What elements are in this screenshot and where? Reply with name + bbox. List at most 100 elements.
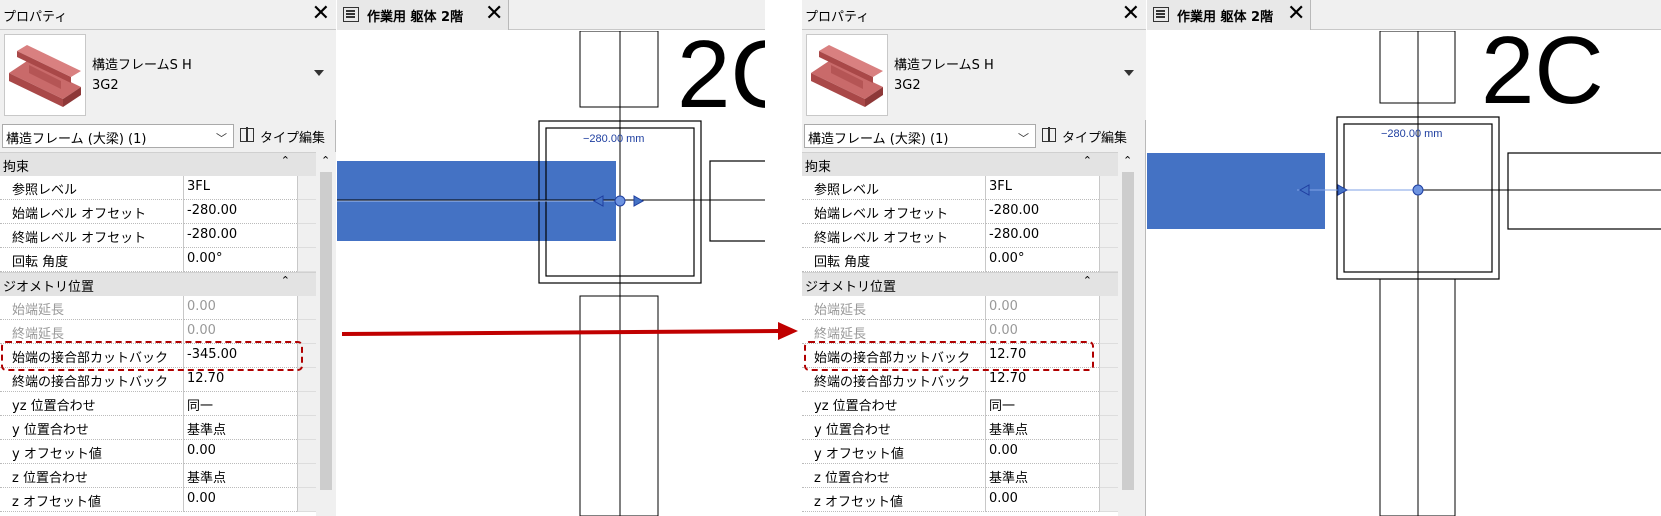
property-value[interactable]: 0.00 — [184, 440, 297, 464]
type-family: 構造フレームS H — [894, 58, 994, 73]
scrollbar-thumb[interactable] — [1122, 172, 1134, 490]
scroll-up-icon[interactable]: ⌃ — [321, 154, 330, 167]
instance-filter-value: 構造フレーム (大梁) (1) — [808, 132, 949, 147]
property-row[interactable]: 参照レベル 3FL — [802, 176, 1118, 200]
property-value[interactable]: 基準点 — [184, 416, 297, 440]
close-icon[interactable]: ✕ — [1122, 1, 1140, 27]
properties-scrollbar[interactable]: ⌃ — [316, 152, 336, 516]
property-row[interactable]: y オフセット値 0.00 — [0, 440, 316, 464]
row-edge — [1099, 416, 1118, 440]
view-tab-label: 作業用 躯体 2階 — [367, 10, 464, 25]
close-icon[interactable]: ✕ — [485, 1, 503, 27]
property-row[interactable]: 始端延長 0.00 — [802, 296, 1118, 320]
collapse-icon[interactable]: ⌃ — [1083, 154, 1092, 167]
dimension-label: −280.00 mm — [1381, 128, 1442, 140]
property-value[interactable]: -280.00 — [184, 224, 297, 248]
row-edge — [297, 440, 316, 464]
instance-filter-combo[interactable]: 構造フレーム (大梁) (1) ﹀ — [804, 124, 1036, 148]
property-value[interactable]: 0.00° — [184, 248, 297, 272]
collapse-icon[interactable]: ⌃ — [281, 274, 290, 287]
property-value[interactable]: 12.70 — [986, 368, 1099, 392]
group-header-constraints[interactable]: 拘束 ⌃ — [0, 152, 316, 176]
plan-view-canvas[interactable]: −280.00 mm 2C — [337, 31, 765, 516]
scroll-up-icon[interactable]: ⌃ — [1123, 154, 1132, 167]
property-row[interactable]: y オフセット値 0.00 — [802, 440, 1118, 464]
property-row[interactable]: 参照レベル 3FL — [0, 176, 316, 200]
edit-type-label: タイプ編集 — [1062, 131, 1128, 146]
row-edge — [297, 248, 316, 272]
property-value[interactable]: 基準点 — [184, 464, 297, 488]
collapse-icon[interactable]: ⌃ — [1083, 274, 1092, 287]
property-row[interactable]: yz 位置合わせ 同一 — [802, 392, 1118, 416]
plan-view-canvas[interactable]: −280.00 mm 2C — [1147, 31, 1661, 516]
property-value[interactable]: -280.00 — [986, 200, 1099, 224]
row-edge — [297, 176, 316, 200]
property-row[interactable]: 始端レベル オフセット -280.00 — [802, 200, 1118, 224]
row-edge — [1099, 440, 1118, 464]
property-row[interactable]: z オフセット値 0.00 — [0, 488, 316, 512]
property-value[interactable]: 同一 — [986, 392, 1099, 416]
type-name: 構造フレームS H 3G2 — [894, 56, 994, 96]
property-row[interactable]: 終端の接合部カットバック 12.70 — [802, 368, 1118, 392]
selection-filter-row: 構造フレーム (大梁) (1) ﹀ タイプ編集 — [802, 122, 1146, 150]
property-name: 回転 角度 — [0, 248, 184, 272]
property-value[interactable]: 同一 — [184, 392, 297, 416]
property-name: y オフセット値 — [0, 440, 184, 464]
property-name: z オフセット値 — [802, 488, 986, 512]
property-value[interactable]: 3FL — [184, 176, 297, 200]
edit-type-icon — [240, 127, 254, 142]
instance-filter-combo[interactable]: 構造フレーム (大梁) (1) ﹀ — [2, 124, 234, 148]
property-value[interactable]: 3FL — [986, 176, 1099, 200]
property-value[interactable]: -280.00 — [184, 200, 297, 224]
scrollbar-thumb[interactable] — [320, 172, 332, 490]
property-row[interactable]: yz 位置合わせ 同一 — [0, 392, 316, 416]
dimension-label: −280.00 mm — [583, 133, 644, 145]
property-row[interactable]: 回転 角度 0.00° — [0, 248, 316, 272]
property-row[interactable]: 終端レベル オフセット -280.00 — [802, 224, 1118, 248]
property-value[interactable]: 0.00° — [986, 248, 1099, 272]
close-icon[interactable]: ✕ — [1287, 1, 1305, 27]
properties-scrollbar[interactable]: ⌃ — [1118, 152, 1138, 516]
group-header-geometry[interactable]: ジオメトリ位置 ⌃ — [802, 272, 1118, 296]
edit-type-icon — [1042, 127, 1056, 142]
property-value[interactable]: 基準点 — [986, 464, 1099, 488]
property-value[interactable]: 基準点 — [986, 416, 1099, 440]
view-tab-icon — [343, 7, 359, 22]
collapse-icon[interactable]: ⌃ — [281, 154, 290, 167]
row-edge — [1099, 392, 1118, 416]
type-selector[interactable]: 構造フレームS H 3G2 — [0, 30, 336, 120]
property-row[interactable]: 終端の接合部カットバック 12.70 — [0, 368, 316, 392]
property-row[interactable]: 終端レベル オフセット -280.00 — [0, 224, 316, 248]
group-label: 拘束 — [805, 160, 832, 175]
property-row[interactable]: y 位置合わせ 基準点 — [0, 416, 316, 440]
property-name: yz 位置合わせ — [0, 392, 184, 416]
view-tab[interactable]: 作業用 躯体 2階 ✕ — [337, 0, 509, 30]
property-row[interactable]: 始端レベル オフセット -280.00 — [0, 200, 316, 224]
type-selector[interactable]: 構造フレームS H 3G2 — [802, 30, 1146, 120]
property-row[interactable]: z 位置合わせ 基準点 — [0, 464, 316, 488]
highlight-box — [1, 341, 303, 371]
dropdown-arrow-icon[interactable] — [1124, 70, 1134, 76]
property-value[interactable]: 0.00 — [986, 440, 1099, 464]
highlight-box — [804, 341, 1094, 371]
property-value[interactable]: 0.00 — [986, 488, 1099, 512]
group-header-geometry[interactable]: ジオメトリ位置 ⌃ — [0, 272, 316, 296]
type-name: 構造フレームS H 3G2 — [92, 56, 192, 96]
view-tab[interactable]: 作業用 躯体 2階 ✕ — [1147, 0, 1311, 30]
property-value[interactable]: 0.00 — [184, 488, 297, 512]
type-code: 3G2 — [894, 78, 921, 93]
dropdown-arrow-icon[interactable] — [314, 70, 324, 76]
property-row[interactable]: 始端延長 0.00 — [0, 296, 316, 320]
property-value[interactable]: -280.00 — [986, 224, 1099, 248]
row-edge — [1099, 368, 1118, 392]
transition-arrow — [341, 322, 798, 340]
property-row[interactable]: z 位置合わせ 基準点 — [802, 464, 1118, 488]
property-value[interactable]: 12.70 — [184, 368, 297, 392]
close-icon[interactable]: ✕ — [312, 1, 330, 27]
property-name: y オフセット値 — [802, 440, 986, 464]
group-header-constraints[interactable]: 拘束 ⌃ — [802, 152, 1118, 176]
grid-bubble-label: 2C — [1481, 31, 1604, 124]
property-row[interactable]: y 位置合わせ 基準点 — [802, 416, 1118, 440]
property-row[interactable]: z オフセット値 0.00 — [802, 488, 1118, 512]
property-row[interactable]: 回転 角度 0.00° — [802, 248, 1118, 272]
